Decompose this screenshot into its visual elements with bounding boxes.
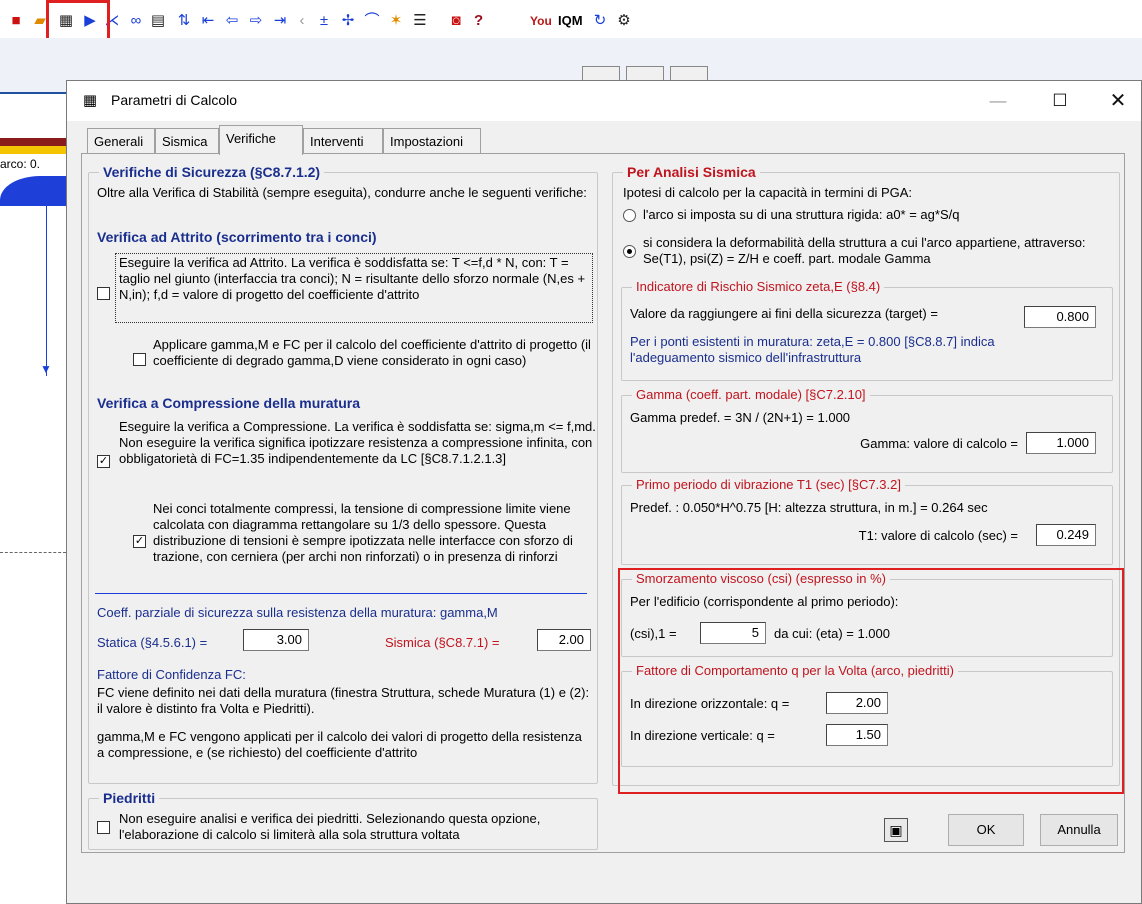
fc-title: Fattore di Confidenza FC: bbox=[97, 667, 246, 682]
compressed-text: Nei conci totalmente compressi, la tensi… bbox=[153, 501, 573, 564]
intro-text: Oltre alla Verifica di Stabilità (sempre… bbox=[97, 185, 587, 200]
plus-icon[interactable]: ± bbox=[314, 11, 334, 31]
ok-button[interactable]: OK bbox=[948, 814, 1024, 846]
prev-icon[interactable]: ⇦ bbox=[222, 11, 242, 31]
risk-note: Per i ponti esistenti in muratura: zeta,… bbox=[630, 334, 995, 365]
tab-sismica[interactable]: Sismica bbox=[155, 128, 219, 154]
deformable-radio-label: si considera la deformabilità della stru… bbox=[643, 235, 1086, 266]
settings-icon[interactable]: ⚙ bbox=[614, 11, 634, 31]
highlight-box bbox=[618, 568, 1124, 794]
table-icon[interactable]: ▤ bbox=[148, 11, 168, 31]
dialog-title: Parametri di Calcolo bbox=[111, 92, 238, 108]
static-field[interactable]: 3.00 bbox=[243, 629, 309, 651]
piedritti-checkbox[interactable] bbox=[97, 821, 110, 834]
dashed-axis bbox=[0, 552, 66, 553]
arc-drawing-band bbox=[0, 146, 66, 154]
piedritti-text: Non eseguire analisi e verifica dei pied… bbox=[119, 811, 541, 842]
glasses-icon[interactable]: ∞ bbox=[126, 11, 146, 31]
period-label: T1: valore di calcolo (sec) = bbox=[858, 528, 1018, 543]
group-title: Verifiche di Sicurezza (§C8.7.1.2) bbox=[99, 164, 325, 180]
risk-label: Valore da raggiungere ai fini della sicu… bbox=[630, 306, 938, 321]
group-title: Indicatore di Rischio Sismico zeta,E (§8… bbox=[632, 279, 885, 294]
sort-icon[interactable]: ⇅ bbox=[174, 11, 194, 31]
print-icon[interactable]: ▣ bbox=[884, 818, 908, 842]
group-title: Per Analisi Sismica bbox=[623, 164, 760, 180]
gamma-checkbox[interactable] bbox=[133, 353, 146, 366]
tab-verifiche[interactable]: Verifiche bbox=[219, 125, 303, 155]
tab-impostazioni[interactable]: Impostazioni bbox=[383, 128, 481, 154]
hypothesis-text: Ipotesi di calcolo per la capacità in te… bbox=[623, 185, 913, 200]
group-title: Piedritti bbox=[99, 790, 160, 806]
gamma-field[interactable]: 1.000 bbox=[1026, 432, 1096, 454]
new-doc-icon[interactable]: ■ bbox=[6, 11, 26, 31]
arc-icon[interactable]: ⌒ bbox=[362, 11, 382, 31]
step-icon[interactable]: ‹ bbox=[292, 11, 312, 31]
friction-checkbox[interactable] bbox=[97, 287, 110, 300]
safety-checks-group: Verifiche di Sicurezza (§C8.7.1.2) Oltre… bbox=[88, 164, 598, 784]
friction-heading: Verifica ad Attrito (scorrimento tra i c… bbox=[97, 229, 377, 245]
compression-heading: Verifica a Compressione della muratura bbox=[97, 395, 360, 411]
gamma-predef: Gamma predef. = 3N / (2N+1) = 1.000 bbox=[630, 410, 851, 425]
plus-cross-icon[interactable]: ✢ bbox=[338, 11, 358, 31]
risk-field[interactable]: 0.800 bbox=[1024, 306, 1096, 328]
app-background-canvas bbox=[0, 94, 66, 904]
period-group: Primo periodo di vibrazione T1 (sec) [§C… bbox=[621, 477, 1113, 565]
coeff-title: Coeff. parziale di sicurezza sulla resis… bbox=[97, 605, 498, 620]
seismic-field[interactable]: 2.00 bbox=[537, 629, 591, 651]
arc-drawing-band bbox=[0, 138, 66, 146]
calculator-icon: ▦ bbox=[82, 92, 98, 109]
arc-label: arco: 0. bbox=[0, 157, 41, 171]
close-button[interactable]: ✕ bbox=[1095, 81, 1141, 121]
compression-checkbox[interactable]: ✓ bbox=[97, 455, 110, 468]
gamma-group: Gamma (coeff. part. modale) [§C7.2.10] G… bbox=[621, 387, 1113, 473]
arrow-down-icon: ▼ bbox=[40, 362, 52, 376]
compressed-checkbox[interactable]: ✓ bbox=[133, 535, 146, 548]
gamma-text: Applicare gamma,M e FC per il calcolo de… bbox=[153, 337, 591, 368]
risk-indicator-group: Indicatore di Rischio Sismico zeta,E (§8… bbox=[621, 279, 1113, 381]
compression-text: Eseguire la verifica a Compressione. La … bbox=[119, 419, 596, 466]
period-field[interactable]: 0.249 bbox=[1036, 524, 1096, 546]
pdf-icon[interactable]: ◙ bbox=[446, 11, 466, 31]
iqm-icon[interactable]: IQM bbox=[558, 11, 583, 31]
rigid-radio[interactable] bbox=[623, 209, 636, 222]
gm-text: gamma,M e FC vengono applicati per il ca… bbox=[97, 729, 582, 760]
friction-text: Eseguire la verifica ad Attrito. La veri… bbox=[119, 255, 586, 302]
tab-generali[interactable]: Generali bbox=[87, 128, 155, 154]
tab-interventi[interactable]: Interventi bbox=[303, 128, 383, 154]
separator bbox=[95, 593, 587, 594]
fc-text: FC viene definito nei dati della muratur… bbox=[97, 685, 590, 716]
star-icon[interactable]: ✶ bbox=[386, 11, 406, 31]
maximize-button[interactable]: ☐ bbox=[1037, 81, 1083, 121]
refresh-icon[interactable]: ↻ bbox=[590, 11, 610, 31]
dialog-titlebar[interactable]: ▦ Parametri di Calcolo — ☐ ✕ bbox=[67, 81, 1141, 121]
first-icon[interactable]: ⇤ bbox=[198, 11, 218, 31]
last-icon[interactable]: ⇥ bbox=[270, 11, 290, 31]
period-predef: Predef. : 0.050*H^0.75 [H: altezza strut… bbox=[630, 500, 988, 515]
youtube-icon[interactable]: You bbox=[530, 11, 552, 31]
list-icon[interactable]: ☰ bbox=[410, 11, 430, 31]
help-icon[interactable]: ? bbox=[474, 11, 483, 31]
main-toolbar: ■ ▰ ▦ ▶ ⋌ ∞ ▤ ⇅ ⇤ ⇦ ⇨ ⇥ ‹ ± ✢ ⌒ ✶ ☰ ◙ ? … bbox=[0, 0, 1142, 38]
deformable-radio[interactable] bbox=[623, 245, 636, 258]
cancel-button[interactable]: Annulla bbox=[1040, 814, 1118, 846]
piedritti-group: Piedritti Non eseguire analisi e verific… bbox=[88, 790, 598, 850]
static-label: Statica (§4.5.6.1) = bbox=[97, 635, 208, 650]
group-title: Primo periodo di vibrazione T1 (sec) [§C… bbox=[632, 477, 905, 492]
arc-load-line bbox=[46, 206, 47, 376]
next-icon[interactable]: ⇨ bbox=[246, 11, 266, 31]
minimize-button[interactable]: — bbox=[975, 81, 1021, 121]
rigid-radio-label: l'arco si imposta su di una struttura ri… bbox=[643, 207, 960, 222]
group-title: Gamma (coeff. part. modale) [§C7.2.10] bbox=[632, 387, 870, 402]
gamma-label: Gamma: valore di calcolo = bbox=[860, 436, 1018, 451]
seismic-label: Sismica (§C8.7.1) = bbox=[385, 635, 500, 650]
